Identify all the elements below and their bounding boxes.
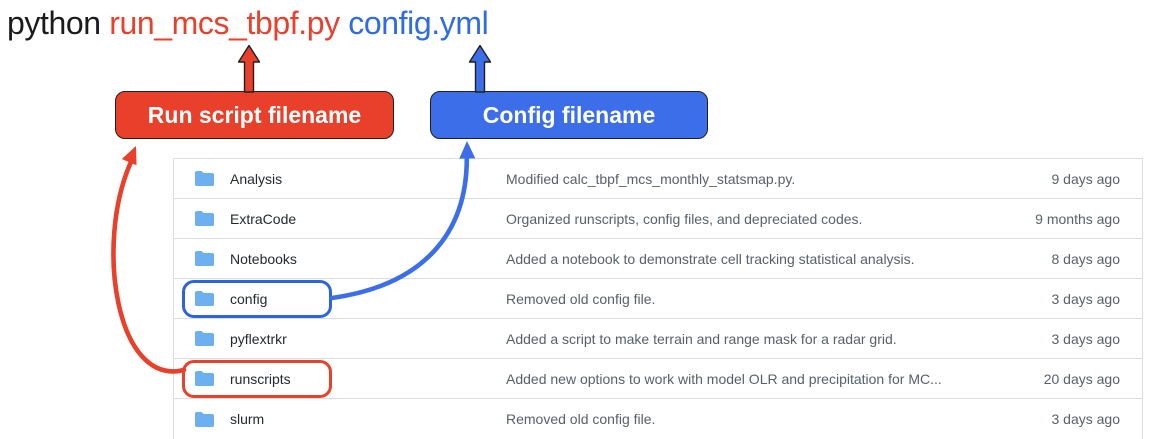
- folder-icon: [195, 331, 214, 346]
- row-highlight: Analysis: [182, 160, 332, 198]
- row-highlight: runscripts: [182, 360, 332, 398]
- commit-message-link[interactable]: Removed old config file.: [506, 411, 655, 427]
- folder-name-link[interactable]: Analysis: [230, 171, 282, 187]
- command-config-filename: config.yml: [348, 5, 488, 41]
- folder-icon: [195, 291, 214, 306]
- table-row: Analysis Modified calc_tbpf_mcs_monthly_…: [174, 159, 1142, 199]
- folder-name-link[interactable]: Notebooks: [230, 251, 297, 267]
- config-callout: Config filename: [430, 91, 708, 139]
- commit-date: 3 days ago: [1052, 411, 1143, 427]
- row-highlight: Notebooks: [182, 240, 332, 278]
- commit-message-link[interactable]: Added new options to work with model OLR…: [506, 371, 942, 387]
- commit-date: 8 days ago: [1052, 251, 1143, 267]
- folder-name-link[interactable]: config: [230, 291, 267, 307]
- table-row: config Removed old config file. 3 days a…: [174, 279, 1142, 319]
- folder-icon: [195, 251, 214, 266]
- config-callout-label: Config filename: [483, 102, 656, 129]
- blue-arrow-up-icon: [470, 46, 491, 93]
- table-row: pyflextrkr Added a script to make terrai…: [174, 319, 1142, 359]
- folder-name-link[interactable]: ExtraCode: [230, 211, 296, 227]
- annotated-screenshot: python run_mcs_tbpf.py config.yml Run sc…: [0, 0, 1150, 439]
- folder-icon: [195, 211, 214, 226]
- commit-date: 20 days ago: [1044, 371, 1142, 387]
- row-highlight: ExtraCode: [182, 200, 332, 238]
- folder-icon: [195, 171, 214, 186]
- red-arrow-up-icon: [239, 46, 260, 93]
- commit-message-link[interactable]: Modified calc_tbpf_mcs_monthly_statsmap.…: [506, 171, 795, 187]
- commit-message-link[interactable]: Added a script to make terrain and range…: [506, 331, 897, 347]
- commit-message-link[interactable]: Removed old config file.: [506, 291, 655, 307]
- table-row: slurm Removed old config file. 3 days ag…: [174, 399, 1142, 439]
- folder-icon: [195, 371, 214, 386]
- table-row: runscripts Added new options to work wit…: [174, 359, 1142, 399]
- command-text: python run_mcs_tbpf.py config.yml: [7, 5, 488, 42]
- run-script-callout: Run script filename: [115, 91, 394, 139]
- folder-name-link[interactable]: pyflextrkr: [230, 331, 287, 347]
- commit-message-link[interactable]: Added a notebook to demonstrate cell tra…: [506, 251, 915, 267]
- row-highlight: config: [182, 280, 332, 318]
- commit-date: 3 days ago: [1052, 291, 1143, 307]
- command-run-script-filename: run_mcs_tbpf.py: [109, 5, 340, 41]
- commit-date: 3 days ago: [1052, 331, 1143, 347]
- folder-icon: [195, 412, 214, 427]
- row-highlight: slurm: [182, 400, 332, 438]
- table-row: ExtraCode Organized runscripts, config f…: [174, 199, 1142, 239]
- commit-date: 9 days ago: [1052, 171, 1143, 187]
- folder-name-link[interactable]: slurm: [230, 411, 264, 427]
- run-script-callout-label: Run script filename: [148, 102, 361, 129]
- commit-message-link[interactable]: Organized runscripts, config files, and …: [506, 211, 862, 227]
- folder-name-link[interactable]: runscripts: [230, 371, 291, 387]
- commit-date: 9 months ago: [1035, 211, 1142, 227]
- file-table: Analysis Modified calc_tbpf_mcs_monthly_…: [173, 158, 1143, 439]
- table-row: Notebooks Added a notebook to demonstrat…: [174, 239, 1142, 279]
- command-python: python: [7, 5, 101, 41]
- row-highlight: pyflextrkr: [182, 320, 332, 358]
